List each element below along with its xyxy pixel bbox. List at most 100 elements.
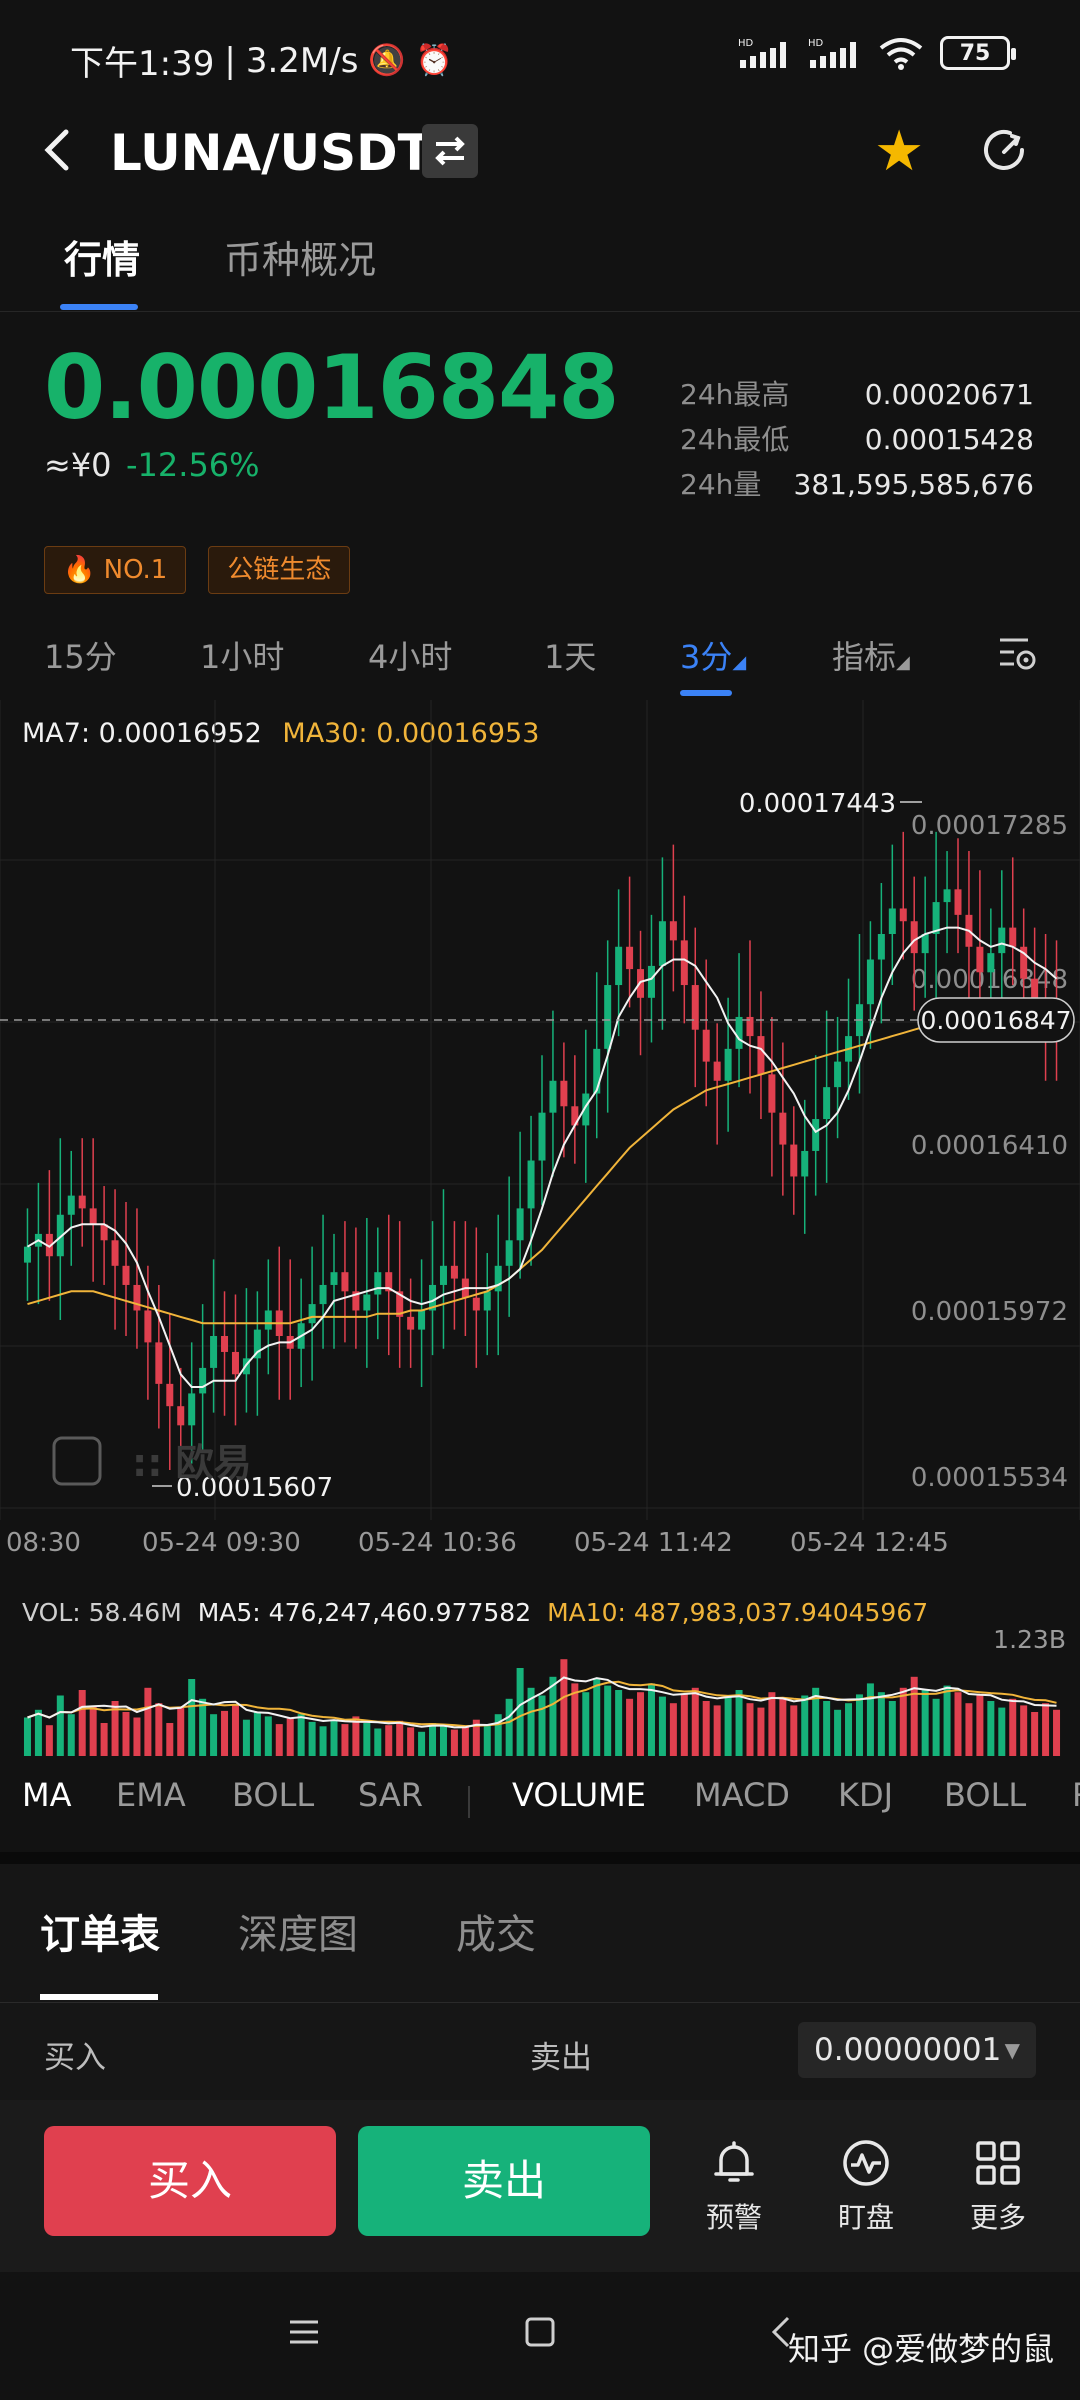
buy-button[interactable]: 买入 — [44, 2126, 336, 2236]
indicator-ma[interactable]: MA — [22, 1776, 72, 1814]
volume-bar — [23, 1717, 31, 1756]
vol-value: VOL: 58.46M — [22, 1598, 182, 1627]
tab-depth[interactable]: 深度图 — [238, 1902, 358, 1960]
candle-body — [527, 1160, 535, 1209]
alert-label: 预警 — [705, 2201, 762, 2234]
status-left: 下午1:39 | 3.2M/s 🔕 ⏰ — [70, 36, 453, 85]
volume-chart[interactable] — [0, 1640, 1080, 1756]
panel-tab-underline — [40, 1994, 158, 2000]
y-tick-label: 0.00015972 — [911, 1297, 1068, 1327]
back-arrow-icon[interactable] — [38, 118, 98, 182]
24h-stats: 24h最高 0.00020671 24h最低 0.00015428 24h量 3… — [680, 372, 1034, 507]
candle-body — [834, 1061, 842, 1088]
volume-bar — [144, 1687, 152, 1756]
precision-value: 0.00000001 — [814, 2032, 1002, 2068]
home-icon[interactable] — [522, 2314, 558, 2350]
volume-bar — [1031, 1712, 1039, 1756]
tab-market[interactable]: 行情 — [64, 230, 140, 290]
mute-bell-icon: 🔕 — [368, 43, 406, 78]
interval-underline — [680, 690, 732, 696]
interval-4h[interactable]: 4小时 — [368, 632, 452, 678]
action-bar: 买入 卖出 预警 盯盘 更多 — [0, 2100, 1080, 2272]
interval-1h[interactable]: 1小时 — [200, 632, 284, 678]
volume-bar — [253, 1712, 261, 1756]
more-action[interactable]: 更多 — [948, 2136, 1048, 2236]
candle-body — [450, 1265, 458, 1279]
indicator-ema[interactable]: EMA — [116, 1776, 186, 1814]
indicator-macd[interactable]: MACD — [694, 1776, 790, 1814]
candle-body — [626, 946, 634, 970]
x-tick: 05-24 10:36 — [358, 1528, 517, 1558]
candle-body — [231, 1351, 239, 1375]
tab-underline — [60, 304, 138, 310]
kline-chart[interactable]: 0.000172850.000168480.000164100.00015972… — [0, 700, 1080, 1520]
indicator-boll-sub[interactable]: BOLL — [944, 1776, 1026, 1814]
candle-body — [702, 1029, 710, 1062]
stat-value: 381,595,585,676 — [793, 468, 1034, 501]
sell-button[interactable]: 卖出 — [358, 2126, 650, 2236]
candle-body — [823, 1087, 831, 1120]
candle-body — [877, 934, 885, 960]
interval-1d[interactable]: 1天 — [544, 632, 596, 678]
pair-title[interactable]: LUNA/USDT — [110, 118, 432, 188]
volume-bar — [78, 1690, 86, 1756]
last-price: 0.00016848 — [44, 336, 620, 439]
flame-icon: 🔥 — [63, 555, 104, 585]
rank-badge-label: NO.1 — [103, 555, 168, 585]
indicator-volume[interactable]: VOLUME — [512, 1776, 646, 1814]
candle-body — [954, 889, 962, 915]
indicator-sar[interactable]: SAR — [358, 1776, 423, 1814]
volume-bar — [199, 1698, 207, 1756]
interval-3m[interactable]: 3分◢ — [680, 632, 746, 678]
candle-body — [560, 1080, 568, 1107]
stat-label: 24h最高 — [680, 378, 790, 411]
favorite-star-icon[interactable]: ★ — [874, 118, 924, 186]
swap-pair-button[interactable] — [422, 124, 478, 178]
candle-body — [483, 1291, 491, 1311]
volume-bar — [385, 1725, 393, 1756]
fullscreen-icon — [52, 1436, 102, 1486]
stat-high: 24h最高 0.00020671 — [680, 372, 1034, 417]
caret-down-icon: ▼ — [1004, 2038, 1020, 2062]
volume-bar — [45, 1725, 53, 1756]
menu-icon[interactable] — [286, 2314, 322, 2350]
candle-body — [888, 908, 896, 934]
vol-ma5: MA5: 476,247,460.977582 — [197, 1598, 532, 1627]
watch-action[interactable]: 盯盘 — [816, 2136, 916, 2236]
alert-action[interactable]: 预警 — [684, 2136, 784, 2236]
tab-orderbook[interactable]: 订单表 — [40, 1902, 160, 1960]
volume-bar — [56, 1695, 64, 1756]
share-refresh-icon[interactable] — [976, 122, 1032, 178]
volume-bar — [210, 1714, 218, 1756]
volume-bar — [954, 1692, 962, 1756]
candle-body — [680, 940, 688, 986]
category-badge[interactable]: 公链生态 — [208, 546, 351, 594]
indicator-more[interactable]: R — [1072, 1776, 1080, 1814]
candle-body — [866, 959, 874, 1005]
volume-bar — [582, 1692, 590, 1756]
precision-select[interactable]: 0.00000001 ▼ — [798, 2022, 1036, 2078]
candle-body — [549, 1080, 557, 1113]
stat-value: 0.00015428 — [864, 423, 1034, 456]
interval-15m[interactable]: 15分 — [44, 632, 117, 678]
candle-body — [987, 953, 995, 973]
indicator-menu[interactable]: 指标◢ — [832, 632, 910, 678]
volume-bar — [615, 1690, 623, 1756]
y-tick-label: 0.00017285 — [911, 811, 1068, 841]
candle-body — [111, 1240, 119, 1266]
rank-badge[interactable]: 🔥 NO.1 — [44, 546, 187, 594]
tab-coin-overview[interactable]: 币种概况 — [224, 230, 376, 290]
grid-icon — [976, 2141, 1020, 2185]
chart-settings-icon[interactable] — [996, 632, 1040, 676]
volume-bar — [538, 1695, 546, 1756]
status-speed: 3.2M/s — [245, 40, 359, 81]
candle-body — [647, 965, 655, 998]
volume-bar — [286, 1718, 294, 1756]
indicator-boll[interactable]: BOLL — [232, 1776, 314, 1814]
x-tick: 05-24 12:45 — [790, 1528, 949, 1558]
indicator-kdj[interactable]: KDJ — [838, 1776, 893, 1814]
swap-arrows-icon — [435, 136, 465, 166]
volume-bar — [899, 1687, 907, 1756]
tab-trades[interactable]: 成交 — [456, 1902, 536, 1960]
candle-body — [374, 1272, 382, 1295]
